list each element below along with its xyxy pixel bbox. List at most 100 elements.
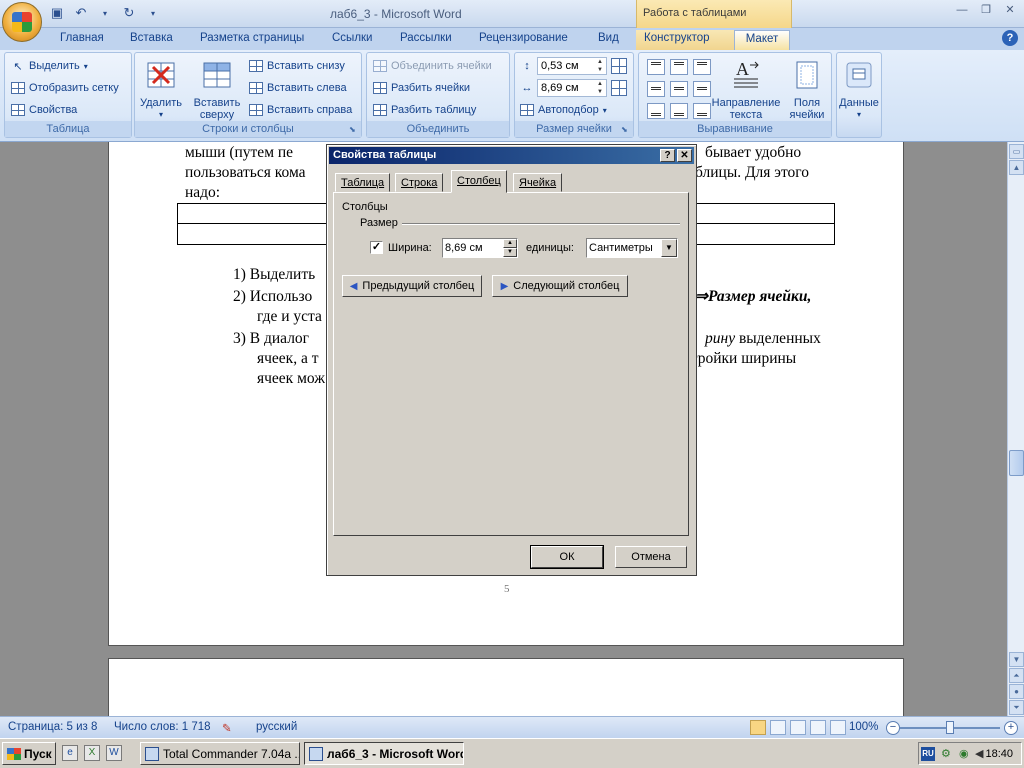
language-badge[interactable]: RU (921, 747, 935, 761)
width-spinner[interactable]: ▲ ▼ (503, 239, 517, 257)
tab-references[interactable]: Ссылки (324, 30, 381, 50)
ruler-toggle-icon[interactable]: ▭ (1009, 144, 1024, 159)
previous-column-button[interactable]: ◀ Предыдущий столбец (342, 275, 482, 297)
distribute-columns-icon[interactable] (611, 80, 627, 96)
width-input[interactable]: 8,69 см ▲ ▼ (442, 238, 518, 258)
cancel-button[interactable]: Отмена (615, 546, 687, 568)
antivirus-icon[interactable]: ◉ (959, 747, 969, 760)
tab-layout[interactable]: Макет (734, 30, 790, 50)
show-grid-button[interactable]: Отобразить сетку (11, 78, 119, 98)
dialog-launcher-icon[interactable]: ⬊ (621, 125, 630, 134)
web-layout-icon[interactable] (790, 720, 806, 735)
word-count[interactable]: Число слов: 1 718 (114, 721, 211, 733)
group-data: Данные ▾ (836, 52, 882, 138)
maximize-button[interactable]: ❐ (974, 2, 998, 18)
align-middle-left-icon[interactable] (647, 81, 665, 97)
next-column-button[interactable]: ▶ Следующий столбец (492, 275, 628, 297)
zoom-slider-thumb[interactable] (946, 721, 954, 734)
tab-column[interactable]: Столбец (451, 170, 507, 193)
help-button[interactable]: ? (660, 149, 675, 162)
merge-cells-button[interactable]: Объединить ячейки (373, 56, 492, 76)
dialog-launcher-icon[interactable]: ⬊ (349, 125, 358, 134)
units-select[interactable]: Сантиметры ▼ (586, 238, 678, 258)
column-width-input[interactable]: 8,69 см ▲ ▼ (537, 79, 607, 97)
full-screen-reading-icon[interactable] (770, 720, 786, 735)
spinner-icon[interactable]: ▲ ▼ (595, 58, 605, 74)
insert-right-button[interactable]: Вставить справа (249, 100, 352, 120)
browse-object-icon[interactable]: ● (1009, 684, 1024, 699)
internet-explorer-icon[interactable]: e (62, 745, 78, 761)
network-icon[interactable]: ⚙ (941, 747, 951, 760)
scroll-up-icon[interactable]: ▲ (1009, 160, 1024, 175)
align-top-left-icon[interactable] (647, 59, 665, 75)
dialog-close-button[interactable]: ✕ (677, 149, 692, 162)
next-page-icon[interactable]: ⏷ (1009, 700, 1024, 715)
undo-icon[interactable]: ↶ (72, 4, 90, 22)
language-indicator[interactable]: русский (256, 721, 297, 733)
previous-page-icon[interactable]: ⏶ (1009, 668, 1024, 683)
cell-margins-button[interactable]: Поля ячейки (783, 57, 831, 121)
clock[interactable]: 18:40 (985, 748, 1013, 760)
spinner-icon[interactable]: ▲ ▼ (595, 80, 605, 96)
taskbar-item-total-commander[interactable]: Total Commander 7.04a ... (140, 742, 300, 765)
customize-qat-icon[interactable]: ▾ (144, 4, 162, 22)
chevron-down-icon[interactable]: ▼ (661, 239, 677, 257)
tab-table[interactable]: Таблица (335, 173, 391, 192)
tab-design[interactable]: Конструктор (636, 30, 734, 50)
properties-button[interactable]: Свойства (11, 100, 77, 120)
select-button[interactable]: ↖ Выделить ▾ (11, 56, 87, 76)
proofing-icon[interactable]: ✎ (222, 721, 232, 735)
tab-review[interactable]: Рецензирование (471, 30, 576, 50)
tab-home[interactable]: Главная (52, 30, 112, 50)
word-icon[interactable]: W (106, 745, 122, 761)
page-indicator[interactable]: Страница: 5 из 8 (8, 721, 97, 733)
align-bottom-left-icon[interactable] (647, 103, 665, 119)
insert-below-button[interactable]: Вставить снизу (249, 56, 345, 76)
split-table-button[interactable]: Разбить таблицу (373, 100, 476, 120)
spin-up-icon[interactable]: ▲ (503, 239, 517, 248)
scroll-down-icon[interactable]: ▼ (1009, 652, 1024, 667)
insert-above-button[interactable]: Вставить сверху (193, 57, 241, 121)
text-direction-button[interactable]: A Направление текста (709, 57, 783, 121)
width-checkbox[interactable]: ✓ (370, 241, 383, 254)
tab-page-layout[interactable]: Разметка страницы (192, 30, 312, 50)
tab-cell[interactable]: Ячейка (513, 173, 563, 192)
start-button[interactable]: Пуск (2, 742, 56, 765)
print-layout-icon[interactable] (750, 720, 766, 735)
redo-icon[interactable]: ↻ (120, 4, 138, 22)
zoom-level[interactable]: 100% (849, 721, 878, 733)
volume-icon[interactable]: ◀ (975, 747, 983, 760)
dropdown-arrow-icon[interactable]: ▾ (96, 4, 114, 22)
split-cells-button[interactable]: Разбить ячейки (373, 78, 470, 98)
tab-insert[interactable]: Вставка (122, 30, 181, 50)
distribute-rows-icon[interactable] (611, 58, 627, 74)
insert-left-button[interactable]: Вставить слева (249, 78, 347, 98)
taskbar-item-word[interactable]: лаб6_3 - Microsoft Word (304, 742, 464, 765)
ok-button[interactable]: ОК (530, 545, 604, 569)
excel-icon[interactable]: X (84, 745, 100, 761)
data-button[interactable]: Данные ▾ (837, 57, 881, 121)
spin-down-icon[interactable]: ▼ (503, 248, 517, 257)
minimize-button[interactable]: — (950, 2, 974, 18)
zoom-out-icon[interactable]: − (886, 721, 900, 735)
group-label: Объединить (367, 121, 509, 137)
close-button[interactable]: ✕ (998, 2, 1022, 18)
autofit-button[interactable]: Автоподбор ▾ (520, 100, 607, 120)
office-button[interactable] (2, 2, 42, 42)
help-icon[interactable]: ? (1002, 30, 1018, 46)
delete-button[interactable]: Удалить ▾ (137, 57, 185, 121)
tab-view[interactable]: Вид (590, 30, 627, 50)
align-middle-center-icon[interactable] (670, 81, 688, 97)
draft-view-icon[interactable] (830, 720, 846, 735)
scrollbar-thumb[interactable] (1009, 450, 1024, 476)
row-height-input[interactable]: 0,53 см ▲ ▼ (537, 57, 607, 75)
outline-view-icon[interactable] (810, 720, 826, 735)
zoom-in-icon[interactable]: + (1004, 721, 1018, 735)
tab-row[interactable]: Строка (395, 173, 444, 192)
vertical-scrollbar[interactable]: ▭ ▲ ▼ ⏶ ● ⏷ (1007, 142, 1024, 716)
group-label: Размер ячейки (515, 121, 633, 137)
tab-mailings[interactable]: Рассылки (392, 30, 460, 50)
save-icon[interactable]: ▣ (48, 4, 66, 22)
align-bottom-center-icon[interactable] (670, 103, 688, 119)
align-top-center-icon[interactable] (670, 59, 688, 75)
